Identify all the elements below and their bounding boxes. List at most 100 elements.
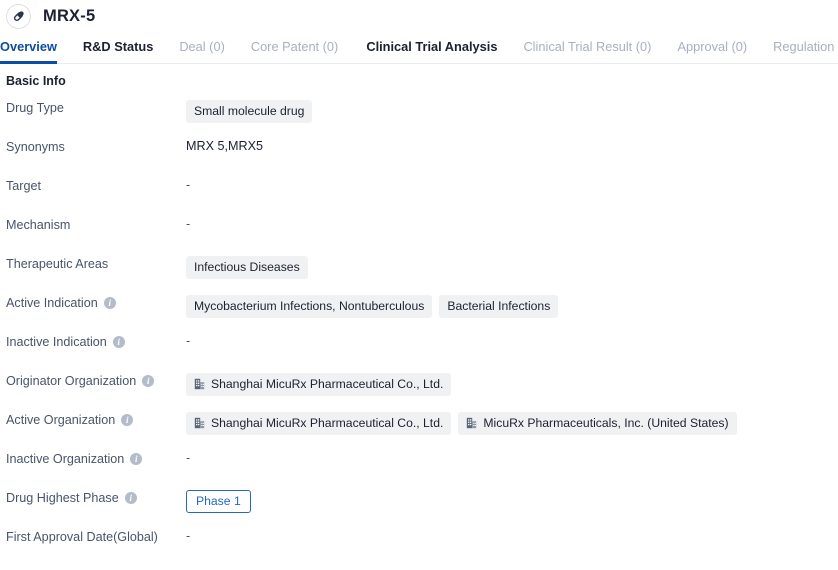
row-inactive-indication: Inactive Indication i - — [6, 333, 838, 372]
tab-deal-0[interactable]: Deal (0) — [179, 33, 225, 63]
row-value: - — [186, 528, 838, 543]
value-tag[interactable]: Mycobacterium Infections, Nontuberculous — [186, 295, 433, 318]
row-label: Inactive Organization i — [6, 450, 186, 466]
row-value: - — [186, 450, 838, 465]
info-icon[interactable]: i — [130, 453, 143, 465]
row-label-text: Mechanism — [6, 218, 71, 232]
tab-label: Clinical Trial Result (0) — [523, 39, 652, 54]
tab-approval-0[interactable]: Approval (0) — [677, 33, 747, 63]
row-value: Shanghai MicuRx Pharmaceutical Co., Ltd. — [186, 372, 838, 396]
row-first-approval-date-global: First Approval Date(Global) - — [6, 528, 838, 567]
row-label-text: Inactive Indication — [6, 335, 107, 349]
empty-value: - — [186, 334, 191, 348]
page-title: MRX-5 — [43, 7, 96, 25]
organization-tag-label: MicuRx Pharmaceuticals, Inc. (United Sta… — [483, 416, 729, 430]
tab-label: Approval (0) — [677, 39, 748, 54]
row-label-text: Active Indication — [6, 296, 98, 310]
empty-value: - — [186, 178, 191, 192]
row-value: Shanghai MicuRx Pharmaceutical Co., Ltd.… — [186, 411, 838, 435]
row-label: Drug Highest Phase i — [6, 489, 186, 505]
info-icon[interactable]: i — [103, 297, 116, 309]
row-drug-type: Drug Type Small molecule drug — [6, 99, 838, 138]
organization-tag[interactable]: Shanghai MicuRx Pharmaceutical Co., Ltd. — [186, 412, 452, 435]
row-label: First Approval Date(Global) — [6, 528, 186, 544]
info-icon[interactable]: i — [124, 492, 137, 504]
info-icon[interactable]: i — [121, 414, 134, 426]
empty-value: - — [186, 217, 191, 231]
row-active-indication: Active Indication i Mycobacterium Infectio… — [6, 294, 838, 333]
tab-r-d-status[interactable]: R&D Status — [83, 33, 153, 63]
row-label: Therapeutic Areas — [6, 255, 186, 271]
row-label: Mechanism — [6, 216, 186, 232]
row-value: Infectious Diseases — [186, 255, 838, 279]
tab-core-patent-0[interactable]: Core Patent (0) — [251, 33, 339, 63]
row-label-text: Synonyms — [6, 140, 65, 154]
row-label-text: Active Organization — [6, 413, 116, 427]
row-label: Active Indication i — [6, 294, 186, 310]
capsule-pill-icon — [11, 9, 26, 24]
tab-label: Clinical Trial Analysis — [366, 39, 498, 54]
drug-phase-badge[interactable]: Phase 1 — [186, 490, 251, 513]
tab-label: Core Patent (0) — [250, 39, 339, 54]
row-active-organization: Active Organization i Shanghai MicuRx Phar… — [6, 411, 838, 450]
tab-label: R&D Status — [82, 39, 154, 54]
row-label: Drug Type — [6, 99, 186, 115]
tab-label: Deal (0) — [179, 39, 225, 54]
row-label-text: Originator Organization — [6, 374, 137, 388]
basic-info-panel: Basic Info Drug Type Small molecule drug S… — [0, 64, 838, 567]
value-tag-label: Mycobacterium Infections, Nontuberculous — [194, 299, 425, 313]
row-label-text: Inactive Organization — [6, 452, 125, 466]
section-title-basic-info: Basic Info — [6, 74, 66, 88]
row-value: Mycobacterium Infections, Nontuberculous… — [186, 294, 838, 318]
row-synonyms: Synonyms MRX 5,MRX5 — [6, 138, 838, 177]
tab-bar: Overview R&D Status Deal (0) Core Patent (0… — [0, 33, 838, 64]
basic-info-rows: Drug Type Small molecule drug Synonyms MRX … — [6, 99, 838, 567]
organization-tag[interactable]: MicuRx Pharmaceuticals, Inc. (United Sta… — [458, 412, 737, 435]
row-value: MRX 5,MRX5 — [186, 138, 838, 153]
row-therapeutic-areas: Therapeutic Areas Infectious Diseases — [6, 255, 838, 294]
company-building-icon — [194, 378, 205, 390]
value-tag[interactable]: Bacterial Infections — [439, 295, 559, 318]
tab-label: Overview — [0, 39, 57, 54]
row-value: - — [186, 177, 838, 192]
info-icon[interactable]: i — [142, 375, 155, 387]
row-label: Active Organization i — [6, 411, 186, 427]
row-mechanism: Mechanism - — [6, 216, 838, 255]
row-label: Originator Organization i — [6, 372, 186, 388]
row-label: Synonyms — [6, 138, 186, 154]
tab-regulation-0[interactable]: Regulation (0) — [773, 33, 838, 63]
value-tag[interactable]: Small molecule drug — [186, 100, 313, 123]
tab-clinical-trial-analysis[interactable]: Clinical Trial Analysis — [366, 33, 497, 63]
row-value: - — [186, 333, 838, 348]
row-label-text: Drug Highest Phase — [6, 491, 119, 505]
row-value: Phase 1 — [186, 489, 838, 513]
value-tag[interactable]: Infectious Diseases — [186, 256, 308, 279]
row-value: - — [186, 216, 838, 231]
row-label: Target — [6, 177, 186, 193]
row-value: Small molecule drug — [186, 99, 838, 123]
drug-avatar — [6, 4, 31, 29]
tab-label: Regulation (0) — [773, 39, 838, 54]
value-tag-label: Bacterial Infections — [447, 299, 551, 313]
empty-value: - — [186, 529, 191, 543]
value-text: MRX 5,MRX5 — [186, 139, 263, 153]
row-drug-highest-phase: Drug Highest Phase i Phase 1 — [6, 489, 838, 528]
value-tag-label: Infectious Diseases — [194, 260, 300, 274]
organization-tag-label: Shanghai MicuRx Pharmaceutical Co., Ltd. — [211, 377, 444, 391]
empty-value: - — [186, 451, 191, 465]
page-header: MRX-5 — [0, 0, 838, 33]
row-inactive-organization: Inactive Organization i - — [6, 450, 838, 489]
company-building-icon — [466, 417, 477, 429]
row-label-text: First Approval Date(Global) — [6, 530, 158, 544]
tab-clinical-trial-result-0[interactable]: Clinical Trial Result (0) — [523, 33, 651, 63]
tab-overview[interactable]: Overview — [0, 33, 57, 64]
row-label-text: Drug Type — [6, 101, 64, 115]
row-label-text: Target — [6, 179, 42, 193]
row-label-text: Therapeutic Areas — [6, 257, 109, 271]
value-tag-label: Small molecule drug — [194, 104, 305, 118]
info-icon[interactable]: i — [112, 336, 125, 348]
organization-tag[interactable]: Shanghai MicuRx Pharmaceutical Co., Ltd. — [186, 373, 452, 396]
row-label: Inactive Indication i — [6, 333, 186, 349]
organization-tag-label: Shanghai MicuRx Pharmaceutical Co., Ltd. — [211, 416, 444, 430]
company-building-icon — [194, 417, 205, 429]
